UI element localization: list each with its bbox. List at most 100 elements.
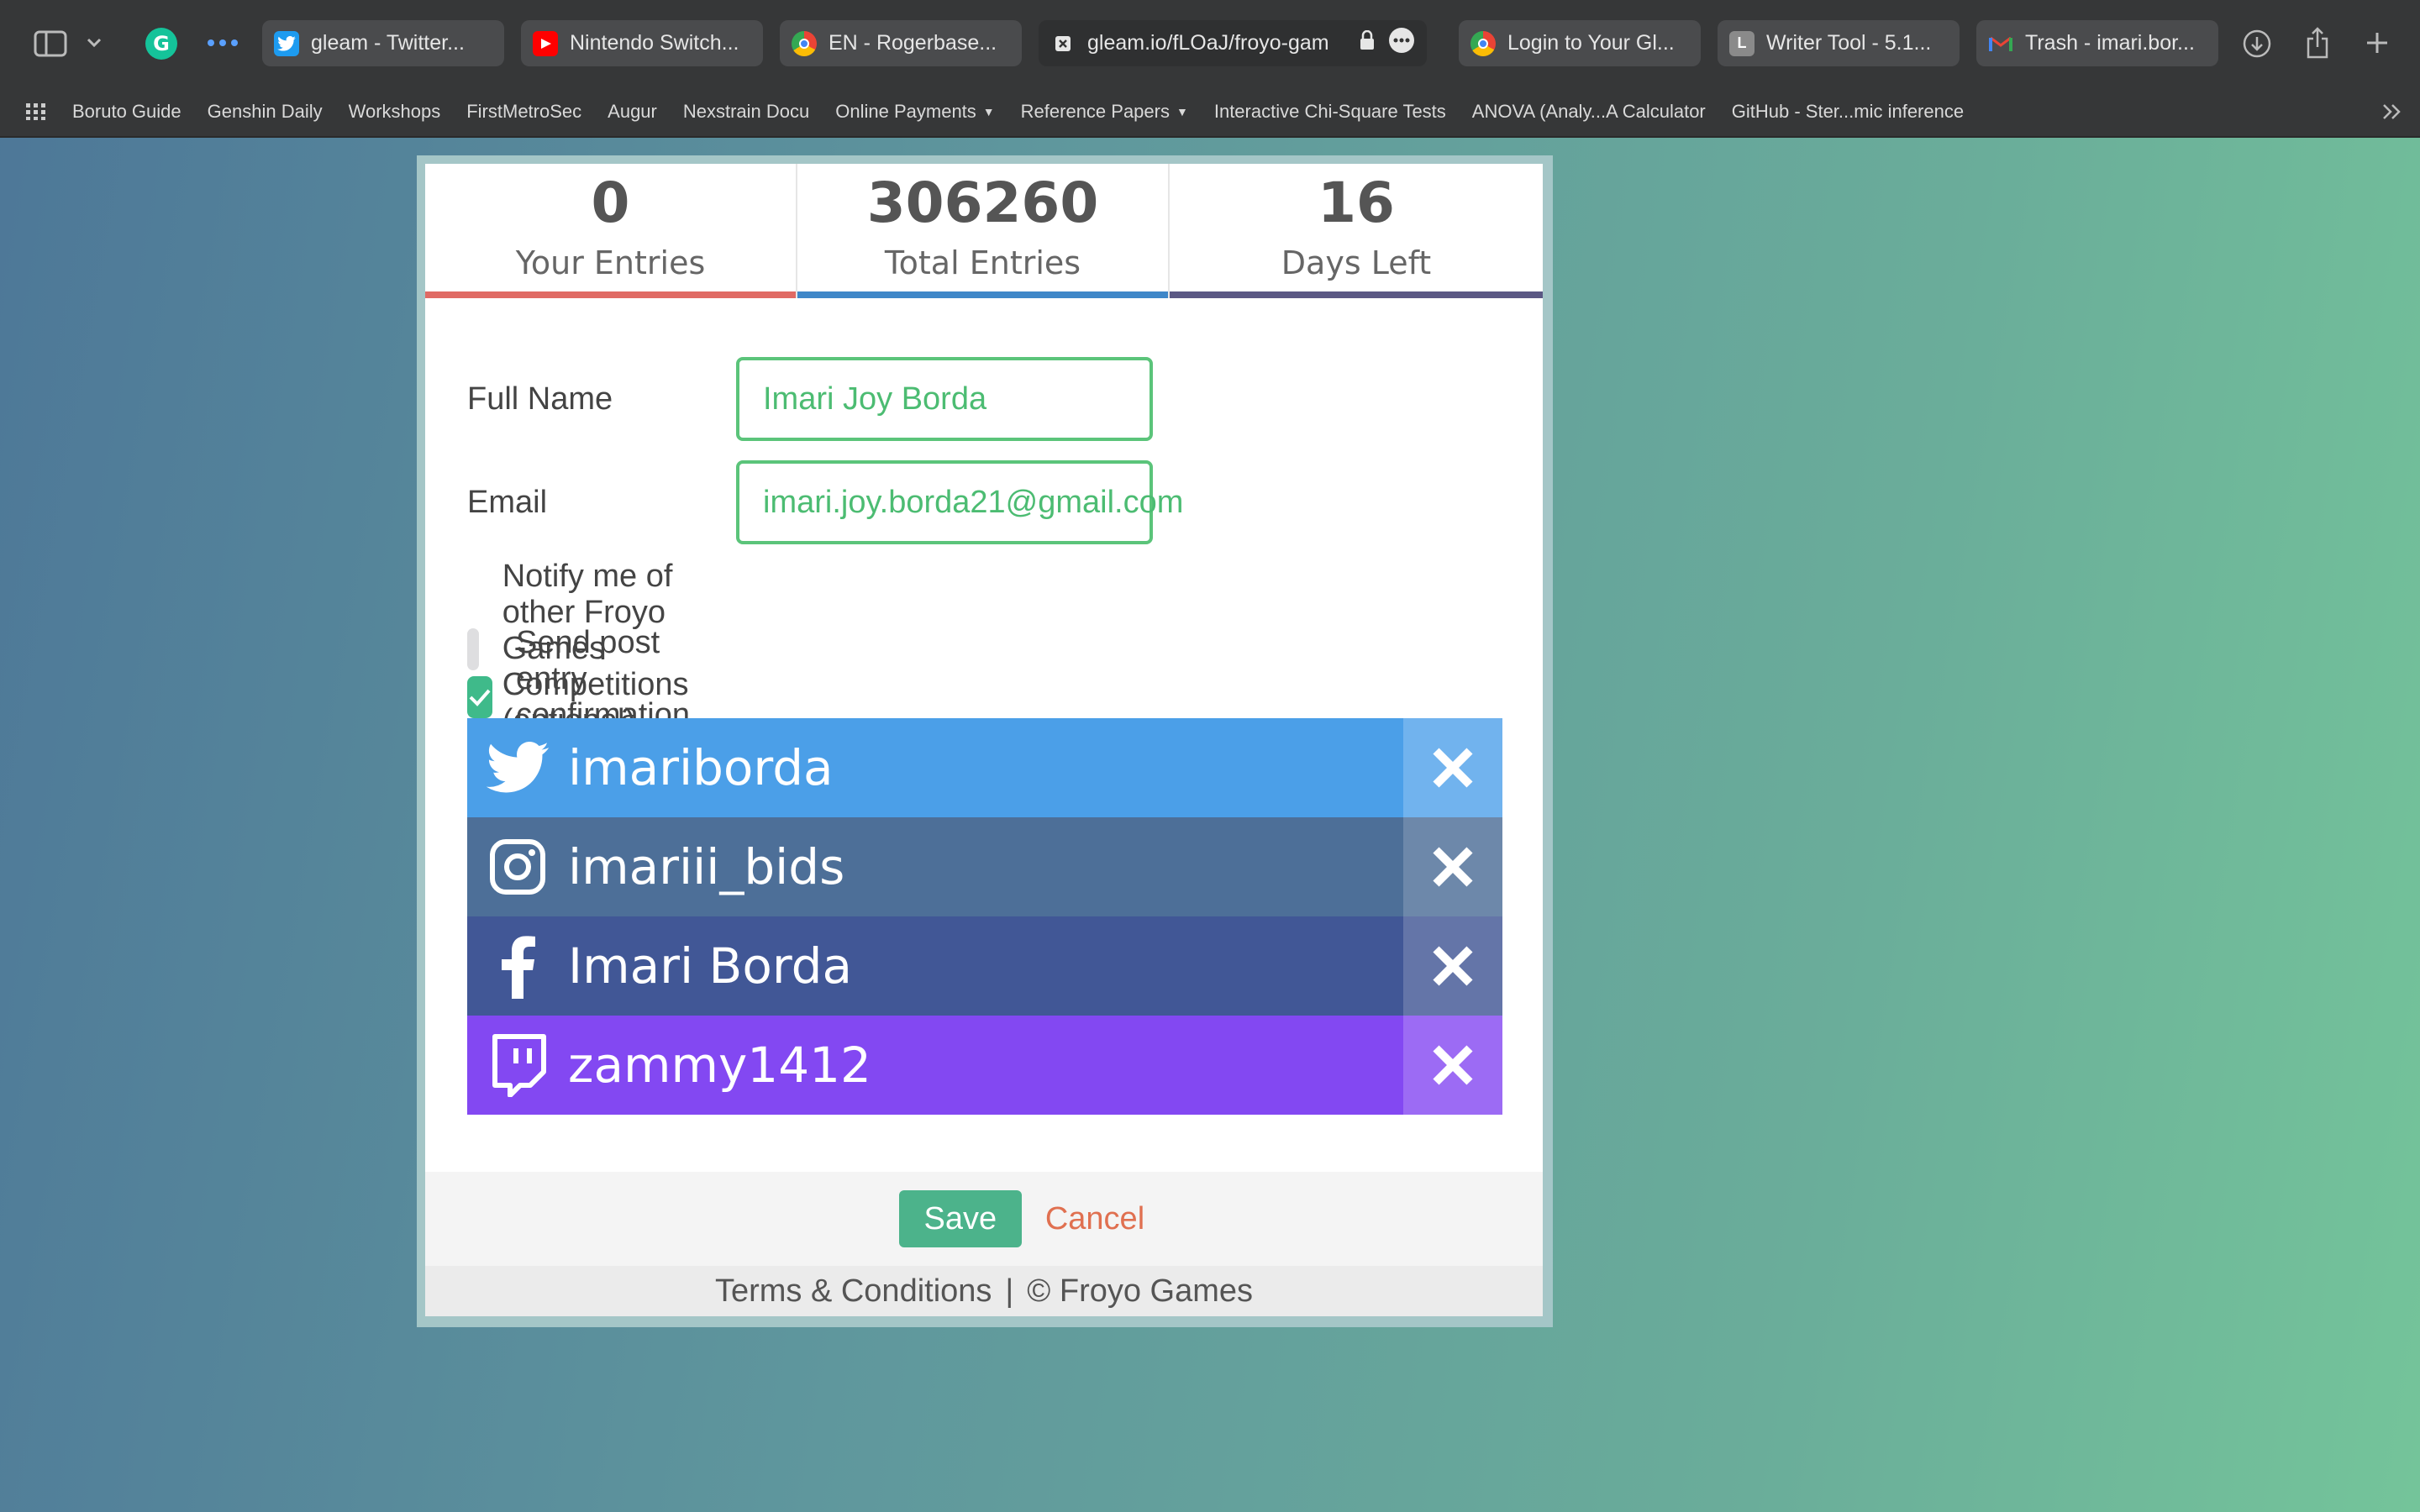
- share-icon[interactable]: [2299, 24, 2336, 62]
- disconnect-facebook-button[interactable]: [1403, 916, 1502, 1016]
- tab-label: Trash - imari.bor...: [2025, 31, 2195, 55]
- stat-your-entries: 0 Your Entries: [425, 164, 797, 298]
- full-name-row: Full Name Imari Joy Borda: [467, 357, 1153, 441]
- chevron-down-icon[interactable]: [84, 30, 104, 55]
- account-info: imariii_bids: [467, 817, 1403, 916]
- twitch-icon: [467, 1016, 568, 1115]
- bookmark-label: Genshin Daily: [207, 101, 323, 122]
- bookmark-item[interactable]: ANOVA (Analy...A Calculator: [1472, 101, 1706, 123]
- disconnect-twitch-button[interactable]: [1403, 1016, 1502, 1115]
- entry-stats: 0 Your Entries 306260 Total Entries 16 D…: [425, 164, 1543, 298]
- stat-underline: [1170, 291, 1543, 298]
- account-info: zammy1412: [467, 1016, 1403, 1115]
- instagram-icon: [467, 817, 568, 916]
- bookmark-label: ANOVA (Analy...A Calculator: [1471, 101, 1706, 122]
- bookmark-label: Online Payments: [835, 101, 976, 122]
- full-name-field[interactable]: Imari Joy Borda: [736, 357, 1153, 441]
- bookmark-item[interactable]: Genshin Daily: [208, 101, 323, 123]
- tab-login-gleam[interactable]: Login to Your Gl...: [1459, 20, 1701, 66]
- stat-value: 16: [1318, 171, 1395, 235]
- account-row-twitter: imariborda: [467, 718, 1502, 817]
- bookmark-item[interactable]: Nexstrain Docu: [683, 101, 809, 123]
- terms-link[interactable]: Terms & Conditions: [715, 1273, 992, 1310]
- bookmark-item[interactable]: Augur: [608, 101, 657, 123]
- bookmark-label: Workshops: [348, 101, 441, 122]
- close-icon: [1433, 946, 1473, 986]
- close-icon: [1433, 1045, 1473, 1085]
- bookmark-item[interactable]: FirstMetroSec: [466, 101, 581, 123]
- account-row-instagram: imariii_bids: [467, 817, 1502, 916]
- stat-value: 306260: [866, 171, 1099, 235]
- tab-label: Nintendo Switch...: [570, 31, 739, 55]
- stat-total-entries: 306260 Total Entries: [797, 164, 1170, 298]
- bookmark-item[interactable]: Interactive Chi-Square Tests: [1214, 101, 1446, 123]
- stat-value: 0: [591, 171, 630, 235]
- lock-icon: [1360, 29, 1375, 56]
- new-tab-icon[interactable]: [2360, 25, 2395, 60]
- separator: |: [1005, 1273, 1014, 1309]
- page-options-icon[interactable]: [1388, 27, 1415, 60]
- tab-label: EN - Rogerbase...: [829, 31, 997, 55]
- account-info: imariborda: [467, 718, 1403, 817]
- writer-tool-icon: L: [1729, 30, 1754, 56]
- confirm-checkbox[interactable]: [467, 676, 492, 718]
- facebook-icon: [467, 916, 568, 1016]
- tab-rogerbase[interactable]: EN - Rogerbase...: [780, 20, 1022, 66]
- browser-tab-bar: G gleam - Twitter... Nintendo Switch... …: [0, 0, 2420, 87]
- account-handle: imariii_bids: [568, 838, 845, 895]
- bookmark-label: FirstMetroSec: [466, 101, 582, 122]
- sidebar-toggle-icon[interactable]: [32, 27, 69, 60]
- tab-label: Login to Your Gl...: [1507, 31, 1675, 55]
- bookmark-item[interactable]: Workshops: [349, 101, 441, 123]
- stat-days-left: 16 Days Left: [1170, 164, 1543, 298]
- cancel-link[interactable]: Cancel: [1045, 1201, 1144, 1237]
- chevron-down-icon: ▼: [982, 105, 995, 118]
- email-field[interactable]: imari.joy.borda21@gmail.com: [736, 460, 1183, 544]
- close-icon: [1433, 748, 1473, 788]
- grammarly-icon[interactable]: G: [143, 25, 180, 62]
- tab-nintendo-switch[interactable]: Nintendo Switch...: [521, 20, 763, 66]
- disconnect-instagram-button[interactable]: [1403, 817, 1502, 916]
- account-info: Imari Borda: [467, 916, 1403, 1016]
- more-icon[interactable]: [205, 32, 240, 54]
- connected-accounts: imariborda imariii_bids Imari Borda zamm…: [467, 718, 1502, 1115]
- stat-label: Days Left: [1281, 244, 1432, 281]
- bookmark-label: Interactive Chi-Square Tests: [1213, 101, 1446, 122]
- full-name-label: Full Name: [467, 381, 613, 417]
- email-row: Email imari.joy.borda21@gmail.com: [467, 460, 1183, 544]
- stat-underline: [425, 291, 796, 298]
- tab-gleam-twitter[interactable]: gleam - Twitter...: [262, 20, 504, 66]
- bookmark-label: Boruto Guide: [72, 101, 182, 122]
- save-button[interactable]: Save: [898, 1190, 1022, 1247]
- checkmark-icon: [469, 689, 491, 706]
- tab-gmail-trash[interactable]: Trash - imari.bor...: [1976, 20, 2218, 66]
- apps-grid-icon[interactable]: [25, 102, 47, 121]
- twitter-icon: [467, 718, 568, 817]
- terms-bar: Terms & Conditions | © Froyo Games: [425, 1266, 1543, 1316]
- account-handle: zammy1412: [568, 1037, 871, 1094]
- account-handle: Imari Borda: [568, 937, 853, 995]
- tab-label: gleam - Twitter...: [311, 31, 465, 55]
- chevron-down-icon: ▼: [1176, 105, 1188, 118]
- tab-writer-tool[interactable]: L Writer Tool - 5.1...: [1718, 20, 1960, 66]
- tab-gleam-active[interactable]: gleam.io/fLOaJ/froyo-gam: [1039, 20, 1427, 66]
- bookmark-folder[interactable]: Online Payments ▼: [835, 101, 994, 123]
- bookmark-item[interactable]: GitHub - Ster...mic inference: [1732, 101, 1964, 123]
- bookmark-label: Augur: [608, 101, 657, 122]
- tab-label: Writer Tool - 5.1...: [1766, 31, 1932, 55]
- email-label: Email: [467, 484, 548, 520]
- more-bookmarks-icon[interactable]: [2381, 102, 2403, 121]
- bookmark-item[interactable]: Boruto Guide: [72, 101, 182, 123]
- bookmark-folder[interactable]: Reference Papers ▼: [1021, 101, 1188, 123]
- close-tab-icon[interactable]: [1050, 31, 1076, 56]
- close-icon: [1433, 847, 1473, 887]
- download-icon[interactable]: [2238, 25, 2275, 62]
- copyright-text: © Froyo Games: [1027, 1273, 1254, 1309]
- disconnect-twitter-button[interactable]: [1403, 718, 1502, 817]
- bookmark-label: Nexstrain Docu: [682, 101, 810, 122]
- gleam-widget: 0 Your Entries 306260 Total Entries 16 D…: [425, 164, 1543, 1316]
- account-row-facebook: Imari Borda: [467, 916, 1502, 1016]
- account-handle: imariborda: [568, 739, 834, 796]
- gleam-widget-frame: 0 Your Entries 306260 Total Entries 16 D…: [417, 155, 1553, 1327]
- address-bar-url[interactable]: gleam.io/fLOaJ/froyo-gam: [1087, 31, 1348, 55]
